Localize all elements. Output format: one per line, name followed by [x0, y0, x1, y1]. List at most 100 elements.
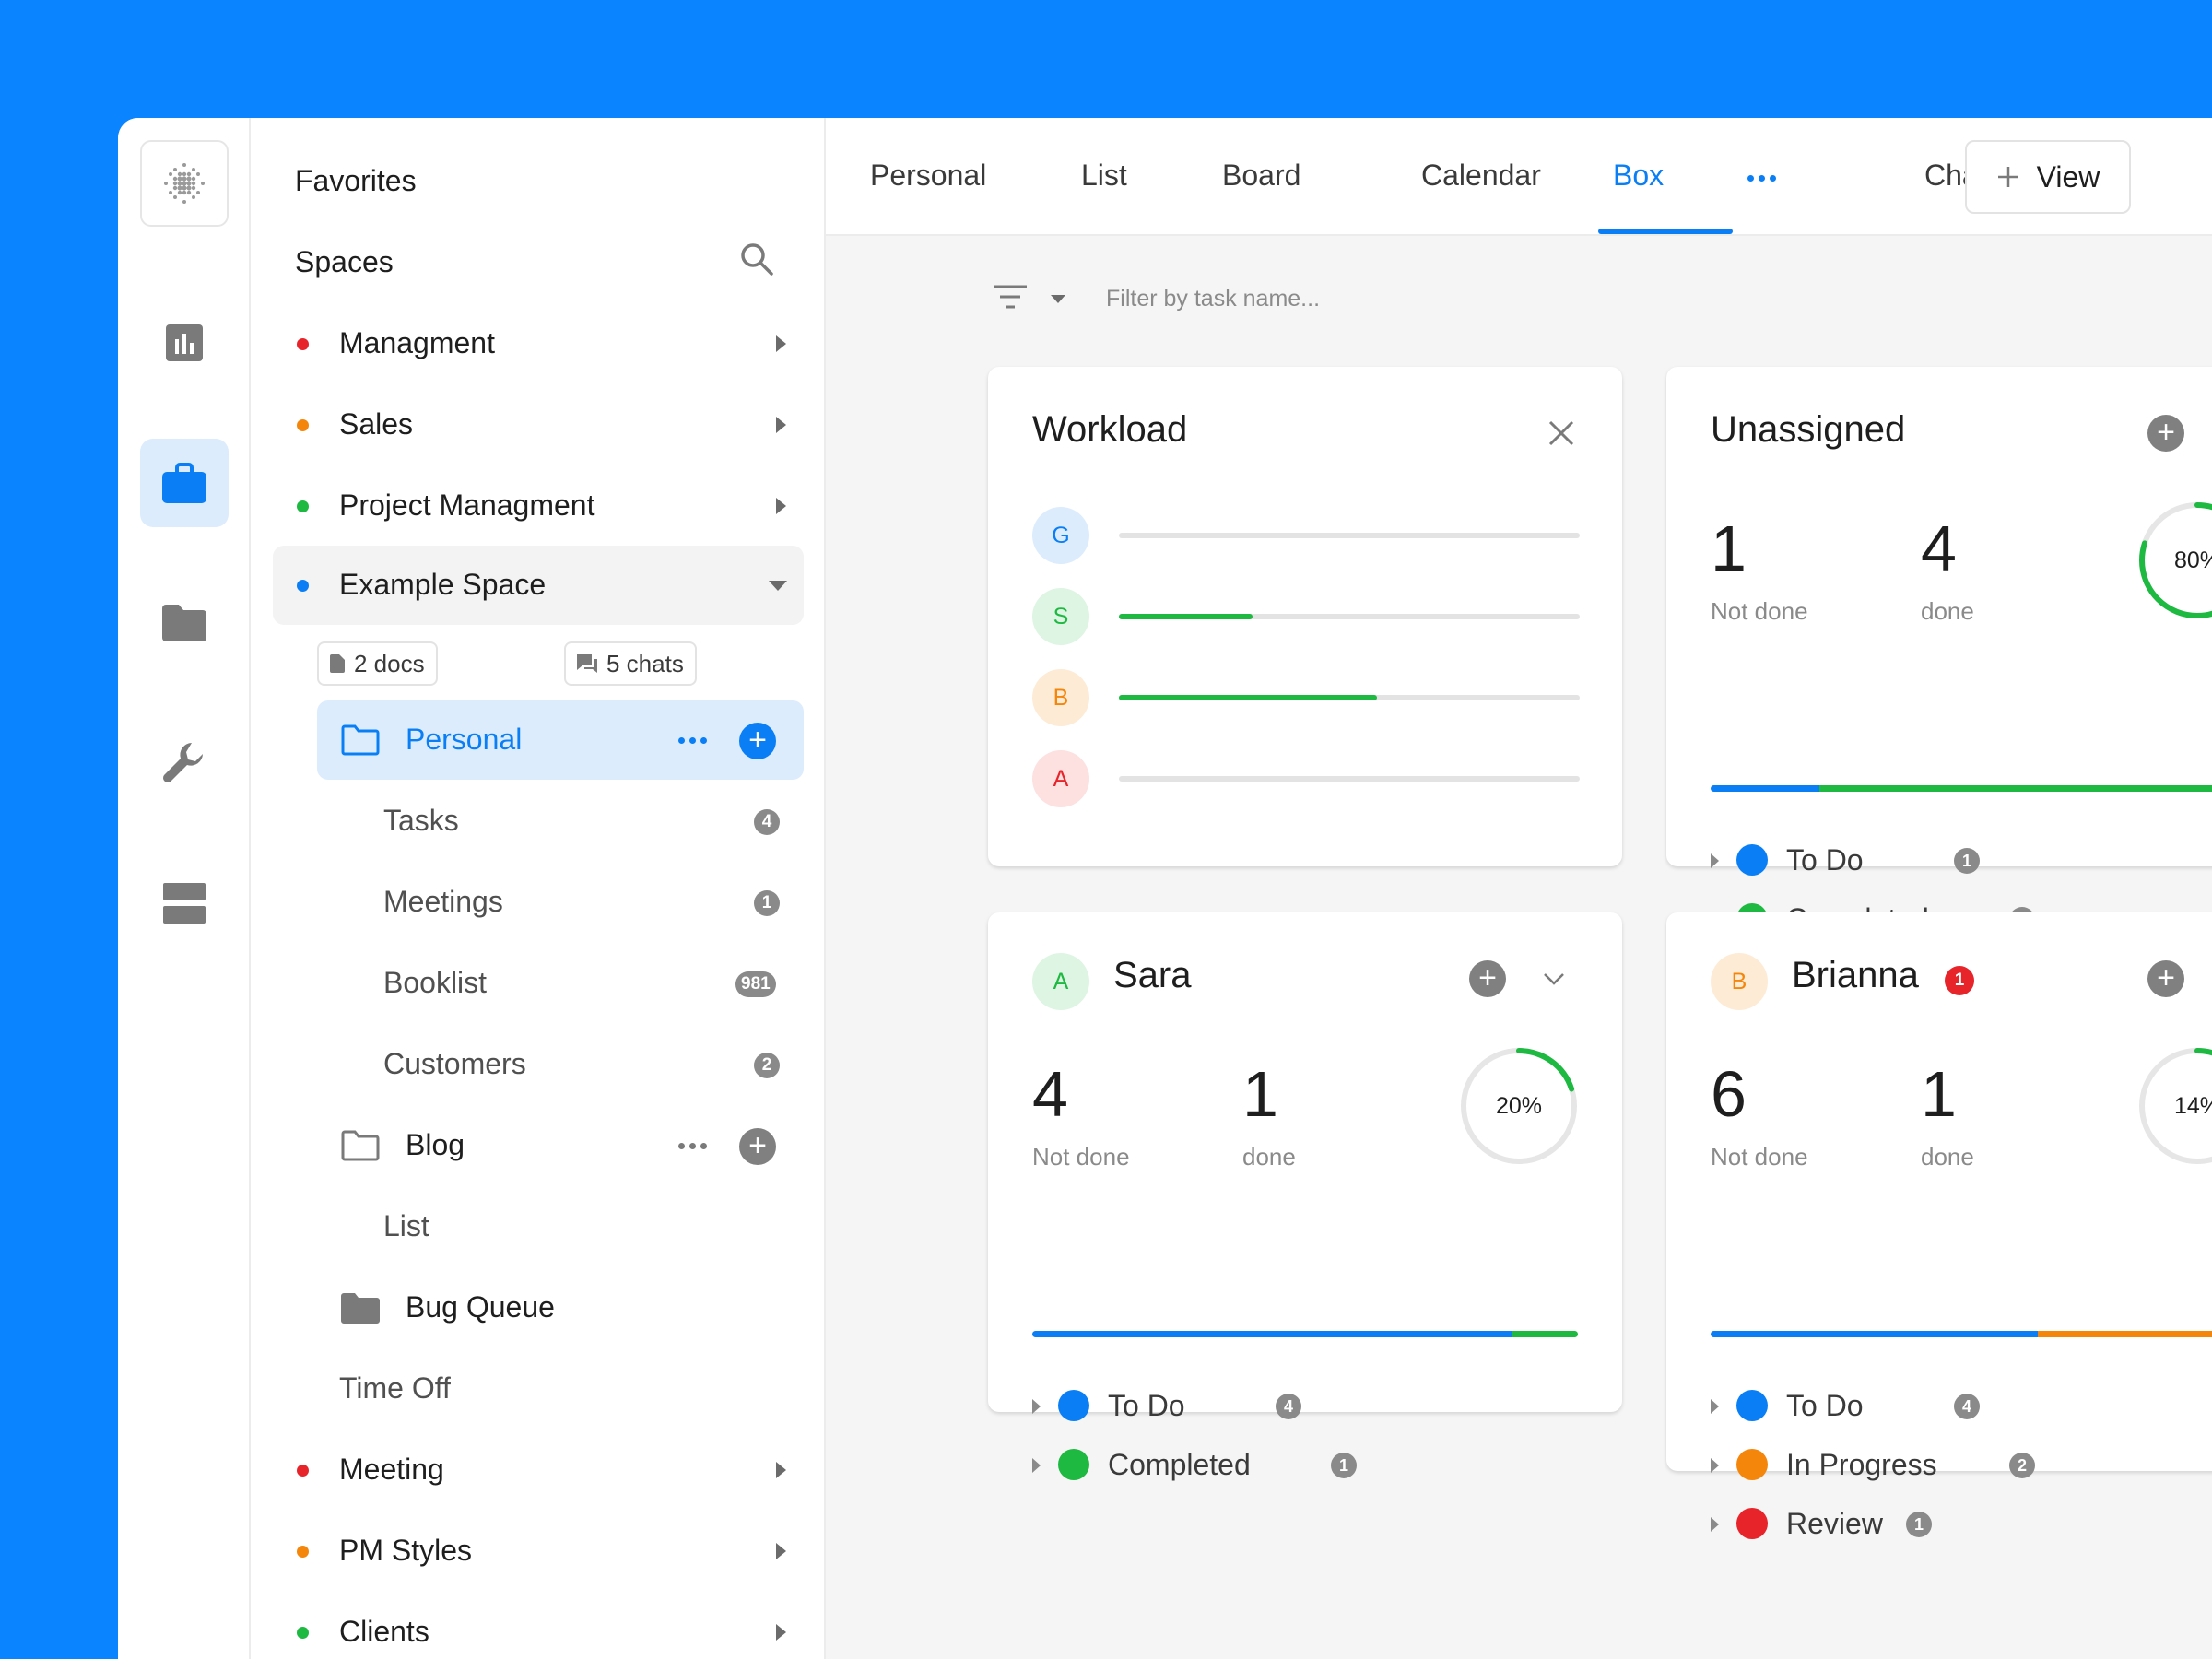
not-done-label: Not done	[1711, 597, 1808, 625]
member-card-brianna: B Brianna 1 + 6 Not done 1 done 14% To D…	[1666, 912, 2212, 1540]
sidebar: Favorites Spaces Managment Sales Project…	[251, 118, 826, 1659]
status-name: Completed	[1108, 1448, 1251, 1481]
avatar[interactable]: B	[1032, 669, 1089, 726]
status-row-todo[interactable]: To Do 4	[1032, 1388, 1585, 1425]
not-done-label: Not done	[1032, 1143, 1130, 1171]
app-logo-icon[interactable]	[140, 140, 229, 227]
add-view-button[interactable]: View	[1965, 140, 2131, 214]
space-item-example-space[interactable]: Example Space	[273, 546, 804, 625]
list-item-meetings[interactable]: Meetings 1	[383, 863, 804, 942]
list-item-time-off[interactable]: Time Off	[339, 1349, 759, 1429]
add-task-button[interactable]: +	[2147, 960, 2184, 997]
status-color-dot	[1058, 1449, 1089, 1480]
expand-caret-icon[interactable]	[776, 335, 786, 352]
card-title: Workload	[1032, 409, 1188, 450]
space-item-project-managment[interactable]: Project Managment	[273, 466, 804, 546]
folder-personal[interactable]: Personal +	[317, 700, 804, 780]
expand-caret-icon[interactable]	[1711, 853, 1719, 868]
tab-box[interactable]: Box	[1613, 159, 1664, 193]
status-row-todo[interactable]: To Do 4	[1711, 1388, 2212, 1425]
workload-bar	[1119, 695, 1580, 700]
briefcase-icon[interactable]	[140, 439, 229, 527]
avatar[interactable]: G	[1032, 507, 1089, 564]
spaces-heading[interactable]: Spaces	[295, 245, 394, 279]
status-count: 1	[1906, 1512, 1932, 1537]
space-color-dot	[297, 1546, 309, 1558]
tab-list[interactable]: List	[1081, 159, 1127, 193]
space-item-pm-styles[interactable]: PM Styles	[273, 1512, 804, 1591]
avatar[interactable]: B	[1711, 953, 1768, 1010]
progress-segment	[1711, 1331, 2039, 1337]
space-item-meeting[interactable]: Meeting	[273, 1430, 804, 1510]
expand-caret-icon[interactable]	[1032, 1458, 1041, 1473]
expand-caret-icon[interactable]	[776, 1462, 786, 1478]
list-item-blog-list[interactable]: List	[383, 1187, 804, 1266]
status-count: 2	[2009, 1453, 2035, 1478]
chats-chip[interactable]: 5 chats	[564, 641, 697, 686]
filter-dropdown-caret-icon[interactable]	[1051, 295, 1065, 303]
layout-icon[interactable]	[140, 859, 229, 947]
status-name: In Progress	[1786, 1448, 1937, 1481]
not-done-count: 4	[1032, 1058, 1068, 1130]
add-task-button[interactable]: +	[2147, 415, 2184, 452]
collapse-caret-icon[interactable]	[769, 581, 787, 591]
plus-icon	[1997, 167, 2018, 187]
space-item-managment[interactable]: Managment	[273, 304, 804, 383]
not-done-label: Not done	[1711, 1143, 1808, 1171]
status-row-todo[interactable]: To Do 1	[1711, 842, 2212, 879]
tab-board[interactable]: Board	[1222, 159, 1300, 193]
tab-calendar[interactable]: Calendar	[1421, 159, 1541, 193]
status-progress-bar	[1711, 1331, 2212, 1337]
folder-icon[interactable]	[140, 579, 229, 667]
expand-caret-icon[interactable]	[1032, 1399, 1041, 1414]
tab-personal[interactable]: Personal	[870, 159, 986, 193]
add-item-button[interactable]: +	[739, 1128, 776, 1165]
add-task-button[interactable]: +	[1469, 960, 1506, 997]
count-badge: 981	[735, 971, 776, 997]
status-row-completed[interactable]: Completed 1	[1032, 1447, 1585, 1484]
expand-caret-icon[interactable]	[1711, 1399, 1719, 1414]
expand-caret-icon[interactable]	[776, 1543, 786, 1559]
expand-caret-icon[interactable]	[776, 1624, 786, 1641]
count-badge: 2	[754, 1053, 780, 1078]
view-tabs: Personal List Board Calendar Box Chat Vi…	[826, 118, 2212, 236]
space-item-sales[interactable]: Sales	[273, 385, 804, 465]
space-item-clients[interactable]: Clients	[273, 1593, 804, 1659]
list-item-tasks[interactable]: Tasks 4	[383, 782, 804, 861]
expand-caret-icon[interactable]	[776, 417, 786, 433]
close-icon[interactable]	[1548, 420, 1574, 446]
expand-caret-icon[interactable]	[776, 498, 786, 514]
status-progress-bar	[1032, 1331, 1578, 1337]
add-item-button[interactable]: +	[739, 723, 776, 759]
docs-chip[interactable]: 2 docs	[317, 641, 438, 686]
avatar[interactable]: S	[1032, 588, 1089, 645]
chevron-down-icon[interactable]	[1543, 971, 1565, 986]
favorites-heading[interactable]: Favorites	[295, 164, 417, 198]
space-color-dot	[297, 1465, 309, 1477]
search-icon[interactable]	[739, 241, 774, 281]
dashboard-icon[interactable]	[140, 299, 229, 387]
folder-bug-queue[interactable]: Bug Queue	[317, 1268, 804, 1347]
done-label: done	[1921, 1143, 1974, 1171]
expand-caret-icon[interactable]	[1711, 1458, 1719, 1473]
filter-input[interactable]: Filter by task name...	[1106, 286, 1320, 312]
folder-blog[interactable]: Blog +	[317, 1106, 804, 1185]
list-item-booklist[interactable]: Booklist 981	[383, 944, 804, 1023]
member-card-sara: A Sara + 4 Not done 1 done 20% To Do 4 C…	[988, 912, 1622, 1481]
not-done-count: 6	[1711, 1058, 1747, 1130]
more-options-icon[interactable]	[678, 1143, 707, 1149]
avatar[interactable]: A	[1032, 953, 1089, 1010]
tab-more-options-icon[interactable]	[1747, 175, 1776, 182]
expand-caret-icon[interactable]	[1711, 1517, 1719, 1532]
workload-bar	[1119, 533, 1580, 538]
filter-icon[interactable]	[994, 284, 1027, 310]
space-color-dot	[297, 338, 309, 350]
wrench-icon[interactable]	[140, 719, 229, 807]
avatar[interactable]: A	[1032, 750, 1089, 807]
status-row-in-progress[interactable]: In Progress 2	[1711, 1447, 2212, 1484]
more-options-icon[interactable]	[678, 737, 707, 744]
list-item-customers[interactable]: Customers 2	[383, 1025, 804, 1104]
status-count: 4	[1276, 1394, 1301, 1419]
status-color-dot	[1736, 844, 1768, 876]
status-row-review[interactable]: Review 1	[1711, 1506, 2212, 1543]
